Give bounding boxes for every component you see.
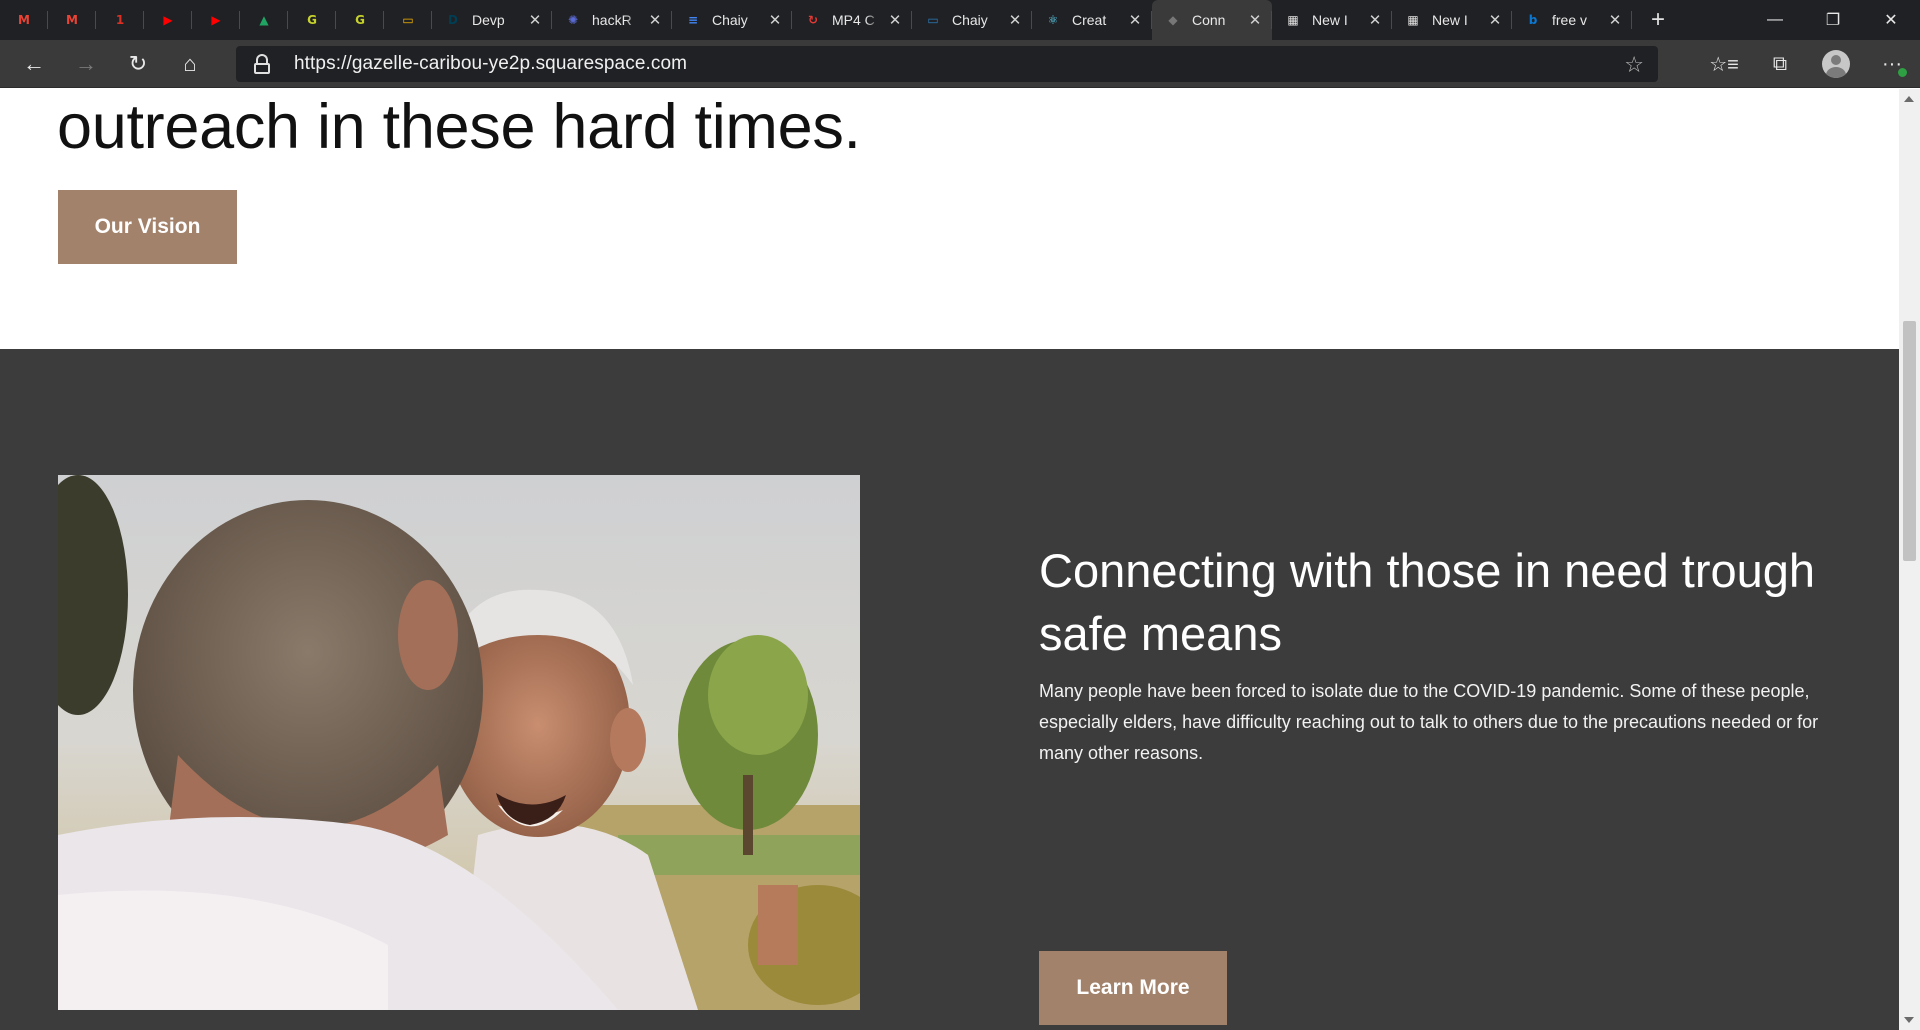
close-tab-icon[interactable]: ✕ <box>1006 11 1024 29</box>
page-scrollbar[interactable] <box>1899 89 1920 1030</box>
gmail-icon: M <box>18 13 30 27</box>
grammarly-icon: G <box>355 13 365 27</box>
profile-button[interactable] <box>1808 40 1864 88</box>
browser-tab[interactable]: ✺ hackR ✕ <box>552 0 672 40</box>
tab-title: New I <box>1312 12 1348 28</box>
address-bar[interactable]: https://gazelle-caribou-ye2p.squarespace… <box>236 46 1658 82</box>
elderly-men-photo <box>58 475 860 1010</box>
converter-icon: ↻ <box>807 13 819 27</box>
tab-strip: M M 1 ▶ ▶ ▲ G G ▭ D Devp ✕ ✺ hackR ✕ ≡ Chaiy ✕ ↻ MP4 C ✕ ▭ Ch… <box>0 0 1920 40</box>
tab-title: Creat <box>1072 12 1107 28</box>
new-tab-icon: ▦ <box>1407 13 1419 27</box>
avatar <box>1822 50 1850 78</box>
tab-title: New I <box>1432 12 1468 28</box>
hero-headline: outreach in these hard times. <box>57 92 861 162</box>
scroll-up-icon[interactable] <box>1904 96 1914 102</box>
pinned-tab[interactable]: ▲ <box>240 0 288 40</box>
section-title: Connecting with those in need trough saf… <box>1039 544 1816 660</box>
devpost-icon: D <box>448 13 458 27</box>
close-tab-icon[interactable]: ✕ <box>1126 11 1144 29</box>
close-window-button[interactable]: ✕ <box>1862 0 1920 40</box>
forward-button[interactable]: → <box>60 40 112 88</box>
calendar-icon: 1 <box>115 13 125 27</box>
tab-title: hackR <box>592 12 632 28</box>
new-tab-icon: ▦ <box>1287 13 1299 27</box>
our-vision-button[interactable]: Our Vision <box>58 190 237 264</box>
page-viewport: outreach in these hard times. Our Vision <box>0 89 1899 1030</box>
tab-title: Chaiy <box>952 12 988 28</box>
youtube-icon: ▶ <box>211 13 221 27</box>
more-menu-button[interactable]: ··· <box>1864 40 1920 88</box>
browser-tab[interactable]: D Devp ✕ <box>432 0 552 40</box>
pinned-tab[interactable]: ▶ <box>144 0 192 40</box>
close-tab-icon[interactable]: ✕ <box>646 11 664 29</box>
google-slides-icon: ▭ <box>402 13 414 27</box>
minimize-button[interactable]: — <box>1746 0 1804 40</box>
url-text[interactable]: https://gazelle-caribou-ye2p.squarespace… <box>294 53 687 75</box>
react-icon: ⚛ <box>1047 13 1059 27</box>
home-button[interactable]: ⌂ <box>164 40 216 88</box>
scroll-down-icon[interactable] <box>1904 1017 1914 1023</box>
browser-tab[interactable]: ↻ MP4 C ✕ <box>792 0 912 40</box>
window-controls: — ❐ ✕ <box>1746 0 1920 40</box>
favorites-button[interactable]: ☆≡ <box>1696 40 1752 88</box>
hackathon-icon: ✺ <box>567 13 579 27</box>
pinned-tab[interactable]: G <box>288 0 336 40</box>
tab-list: D Devp ✕ ✺ hackR ✕ ≡ Chaiy ✕ ↻ MP4 C ✕ ▭ Chaiy ✕ ⚛ Creat… <box>432 0 1632 40</box>
tab-title: Devp <box>472 12 505 28</box>
pinned-tab[interactable]: M <box>0 0 48 40</box>
browser-tab[interactable]: ◆ Conn ✕ <box>1152 0 1272 40</box>
tab-title: Conn <box>1192 12 1226 28</box>
learn-more-button[interactable]: Learn More <box>1039 951 1227 1025</box>
pinned-tab[interactable]: M <box>48 0 96 40</box>
navigation-bar: ← → ↻ ⌂ https://gazelle-caribou-ye2p.squ… <box>0 40 1920 88</box>
youtube-icon: ▶ <box>163 13 173 27</box>
close-tab-icon[interactable]: ✕ <box>1606 11 1624 29</box>
new-tab-button[interactable]: + <box>1638 0 1678 40</box>
browser-tab[interactable]: ⚛ Creat ✕ <box>1032 0 1152 40</box>
close-tab-icon[interactable]: ✕ <box>886 11 904 29</box>
gmail-icon: M <box>66 13 78 27</box>
pinned-tabs: M M 1 ▶ ▶ ▲ G G ▭ <box>0 0 432 40</box>
close-tab-icon[interactable]: ✕ <box>1246 11 1264 29</box>
browser-tab[interactable]: ▦ New I ✕ <box>1392 0 1512 40</box>
tab-title: MP4 C <box>832 12 875 28</box>
close-tab-icon[interactable]: ✕ <box>526 11 544 29</box>
update-badge <box>1897 67 1908 78</box>
close-tab-icon[interactable]: ✕ <box>1486 11 1504 29</box>
section-body: Many people have been forced to isolate … <box>1039 681 1819 763</box>
lock-icon[interactable] <box>252 53 272 75</box>
toolbar-right: ☆≡ ⧉ ··· <box>1696 40 1920 88</box>
outreach-section: Connecting with those in need trough saf… <box>0 349 1899 1030</box>
close-tab-icon[interactable]: ✕ <box>1366 11 1384 29</box>
collections-button[interactable]: ⧉ <box>1752 40 1808 88</box>
scrollbar-thumb[interactable] <box>1903 321 1916 561</box>
squarespace-icon: ◆ <box>1168 13 1178 27</box>
grammarly-icon: G <box>307 13 317 27</box>
pinned-tab[interactable]: ▭ <box>384 0 432 40</box>
bing-icon: b <box>1528 13 1538 27</box>
back-button[interactable]: ← <box>8 40 60 88</box>
browser-tab[interactable]: ▭ Chaiy ✕ <box>912 0 1032 40</box>
restore-button[interactable]: ❐ <box>1804 0 1862 40</box>
browser-tab[interactable]: b free v ✕ <box>1512 0 1632 40</box>
tab-title: Chaiy <box>712 12 748 28</box>
pinned-tab[interactable]: 1 <box>96 0 144 40</box>
favorite-star-icon[interactable]: ☆ <box>1624 52 1644 78</box>
browser-tab[interactable]: ≡ Chaiy ✕ <box>672 0 792 40</box>
tab-title: free v <box>1552 12 1588 28</box>
refresh-button[interactable]: ↻ <box>112 40 164 88</box>
browser-tab[interactable]: ▦ New I ✕ <box>1272 0 1392 40</box>
slides-icon: ▭ <box>927 13 939 27</box>
google-drive-icon: ▲ <box>259 13 269 27</box>
pinned-tab[interactable]: ▶ <box>192 0 240 40</box>
google-docs-icon: ≡ <box>687 13 699 27</box>
close-tab-icon[interactable]: ✕ <box>766 11 784 29</box>
pinned-tab[interactable]: G <box>336 0 384 40</box>
